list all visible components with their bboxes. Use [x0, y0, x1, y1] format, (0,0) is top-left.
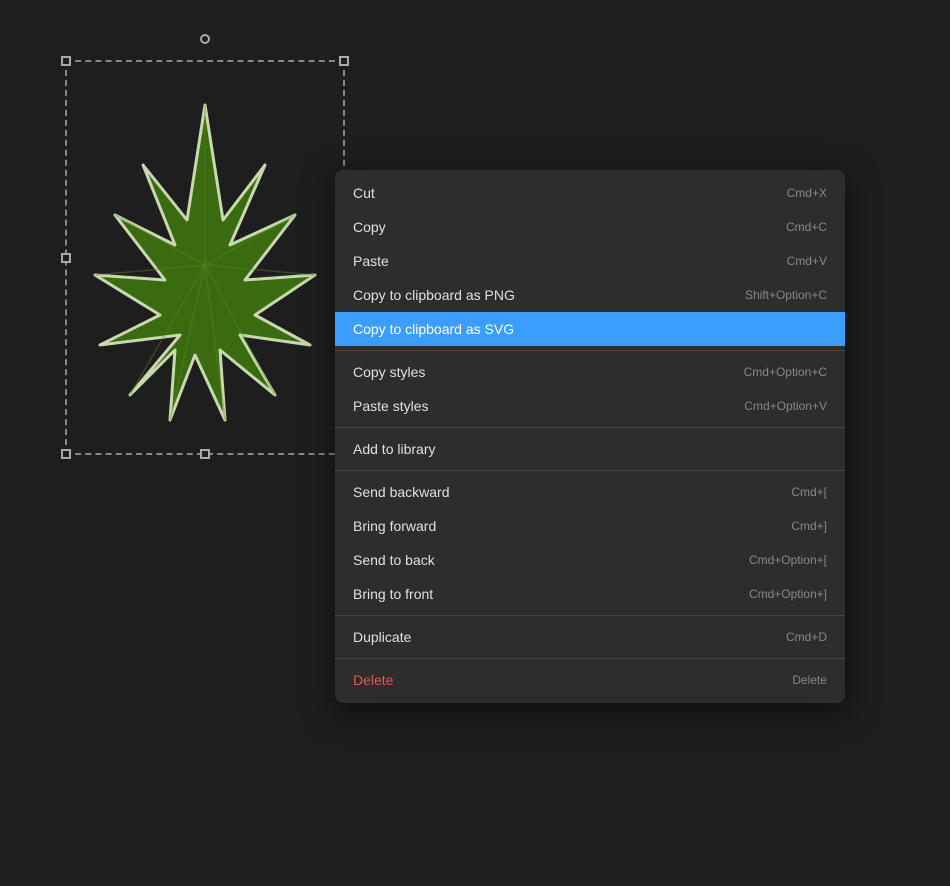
menu-item-label-copy: Copy [353, 219, 386, 235]
menu-item-label-paste: Paste [353, 253, 389, 269]
rotate-handle[interactable] [200, 34, 210, 44]
menu-item-shortcut-copy: Cmd+C [786, 220, 827, 234]
menu-item-shortcut-paste: Cmd+V [787, 254, 827, 268]
menu-item-shortcut-duplicate: Cmd+D [786, 630, 827, 644]
menu-item-copy-svg[interactable]: Copy to clipboard as SVG [335, 312, 845, 346]
menu-separator-5 [335, 658, 845, 659]
menu-item-duplicate[interactable]: Duplicate Cmd+D [335, 620, 845, 654]
menu-item-label-paste-styles: Paste styles [353, 398, 428, 414]
menu-item-add-library[interactable]: Add to library [335, 432, 845, 466]
star-shape [75, 80, 335, 450]
menu-item-label-copy-styles: Copy styles [353, 364, 425, 380]
menu-item-paste[interactable]: Paste Cmd+V [335, 244, 845, 278]
menu-item-bring-front[interactable]: Bring to front Cmd+Option+] [335, 577, 845, 611]
menu-item-shortcut-bring-front: Cmd+Option+] [749, 587, 827, 601]
handle-top-right[interactable] [339, 56, 349, 66]
handle-bottom-middle[interactable] [200, 449, 210, 459]
menu-item-label-cut: Cut [353, 185, 375, 201]
menu-item-shortcut-copy-png: Shift+Option+C [745, 288, 827, 302]
menu-item-send-backward[interactable]: Send backward Cmd+[ [335, 475, 845, 509]
menu-item-label-copy-png: Copy to clipboard as PNG [353, 287, 515, 303]
menu-item-label-copy-svg: Copy to clipboard as SVG [353, 321, 514, 337]
menu-separator-1 [335, 350, 845, 351]
menu-item-copy-png[interactable]: Copy to clipboard as PNG Shift+Option+C [335, 278, 845, 312]
handle-bottom-left[interactable] [61, 449, 71, 459]
menu-item-shortcut-copy-styles: Cmd+Option+C [744, 365, 827, 379]
menu-item-shortcut-paste-styles: Cmd+Option+V [744, 399, 827, 413]
menu-item-shortcut-delete: Delete [792, 673, 827, 687]
handle-middle-left[interactable] [61, 253, 71, 263]
menu-item-copy[interactable]: Copy Cmd+C [335, 210, 845, 244]
menu-item-label-bring-forward: Bring forward [353, 518, 436, 534]
menu-item-cut[interactable]: Cut Cmd+X [335, 176, 845, 210]
menu-item-shortcut-send-back: Cmd+Option+[ [749, 553, 827, 567]
menu-item-paste-styles[interactable]: Paste styles Cmd+Option+V [335, 389, 845, 423]
menu-item-bring-forward[interactable]: Bring forward Cmd+] [335, 509, 845, 543]
canvas: Cut Cmd+X Copy Cmd+C Paste Cmd+V Copy to clipb… [0, 0, 950, 886]
menu-item-label-send-backward: Send backward [353, 484, 450, 500]
menu-item-label-add-library: Add to library [353, 441, 435, 457]
handle-top-left[interactable] [61, 56, 71, 66]
menu-item-delete[interactable]: Delete Delete [335, 663, 845, 697]
menu-item-send-back[interactable]: Send to back Cmd+Option+[ [335, 543, 845, 577]
menu-item-label-delete: Delete [353, 672, 393, 688]
menu-separator-4 [335, 615, 845, 616]
menu-item-shortcut-send-backward: Cmd+[ [791, 485, 827, 499]
menu-item-shortcut-bring-forward: Cmd+] [791, 519, 827, 533]
menu-separator-2 [335, 427, 845, 428]
menu-item-label-duplicate: Duplicate [353, 629, 411, 645]
menu-separator-3 [335, 470, 845, 471]
menu-item-label-send-back: Send to back [353, 552, 435, 568]
menu-item-label-bring-front: Bring to front [353, 586, 433, 602]
menu-item-copy-styles[interactable]: Copy styles Cmd+Option+C [335, 355, 845, 389]
context-menu: Cut Cmd+X Copy Cmd+C Paste Cmd+V Copy to clipb… [335, 170, 845, 703]
menu-item-shortcut-cut: Cmd+X [787, 186, 827, 200]
